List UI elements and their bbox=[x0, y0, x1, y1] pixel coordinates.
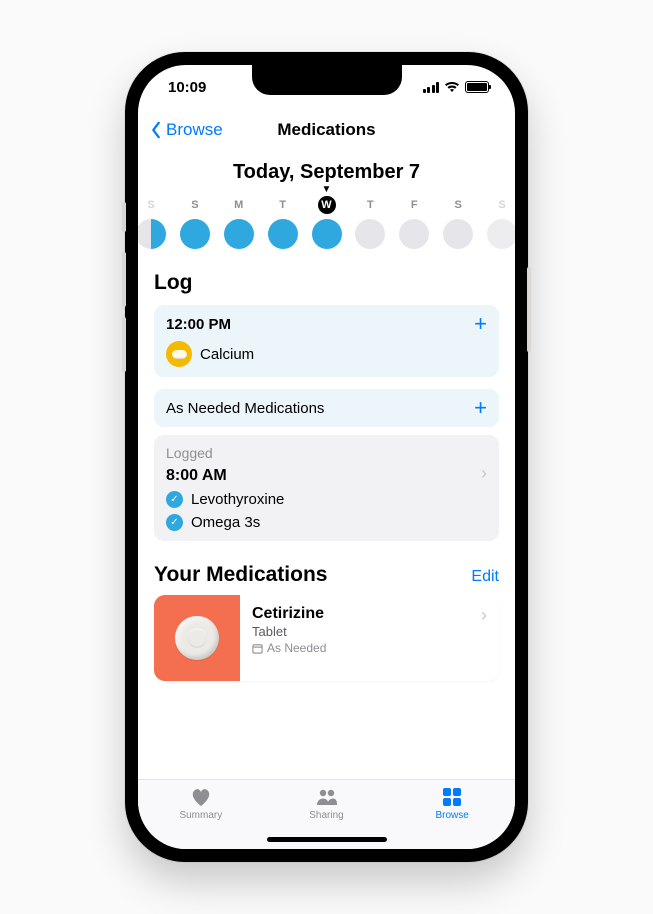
status-right bbox=[423, 81, 490, 93]
week-day[interactable]: F bbox=[395, 196, 433, 249]
add-dose-button[interactable]: + bbox=[474, 315, 487, 333]
week-day[interactable]: W bbox=[308, 196, 346, 249]
medication-swatch bbox=[154, 595, 240, 681]
power-button bbox=[527, 267, 531, 352]
home-indicator[interactable] bbox=[267, 837, 387, 842]
medication-schedule: As Needed bbox=[252, 641, 326, 655]
date-caret-icon: ▼ bbox=[154, 186, 499, 194]
chevron-left-icon bbox=[150, 121, 162, 139]
logged-item: ✓ Levothyroxine bbox=[166, 491, 487, 508]
chevron-right-icon: › bbox=[481, 605, 487, 626]
tab-label: Sharing bbox=[309, 810, 343, 821]
volume-down-button bbox=[122, 317, 126, 372]
day-label-current: W bbox=[318, 196, 336, 214]
day-label: T bbox=[361, 196, 379, 214]
logged-item-name: Levothyroxine bbox=[191, 491, 284, 508]
scheduled-dose-card[interactable]: 12:00 PM + Calcium bbox=[154, 305, 499, 377]
week-row[interactable]: S S M T W bbox=[138, 196, 515, 249]
battery-icon bbox=[465, 81, 489, 93]
tab-label: Summary bbox=[179, 810, 222, 821]
medication-info-area: Cetirizine Tablet As Needed › bbox=[240, 595, 499, 681]
day-label: S bbox=[142, 196, 160, 214]
week-day[interactable]: S bbox=[483, 196, 515, 249]
medication-card[interactable]: Cetirizine Tablet As Needed › bbox=[154, 595, 499, 681]
screen: 10:09 Browse Medications Tod bbox=[138, 65, 515, 849]
back-label: Browse bbox=[166, 120, 223, 140]
week-day[interactable]: M bbox=[220, 196, 258, 249]
medication-form: Tablet bbox=[252, 624, 326, 639]
date-heading: Today, September 7 bbox=[154, 161, 499, 184]
day-label: F bbox=[405, 196, 423, 214]
week-day[interactable]: S bbox=[138, 196, 170, 249]
pill-icon bbox=[166, 341, 192, 367]
day-dot bbox=[180, 219, 210, 249]
logged-time: 8:00 AM bbox=[166, 467, 227, 485]
wifi-icon bbox=[444, 81, 460, 93]
logged-item-name: Omega 3s bbox=[191, 514, 260, 531]
edit-button[interactable]: Edit bbox=[471, 568, 499, 586]
volume-up-button bbox=[122, 252, 126, 307]
day-dot bbox=[268, 219, 298, 249]
tab-label: Browse bbox=[436, 810, 469, 821]
checkmark-icon: ✓ bbox=[166, 491, 183, 508]
day-dot bbox=[487, 219, 515, 249]
day-dot bbox=[355, 219, 385, 249]
page-title: Medications bbox=[277, 120, 375, 140]
your-medications-header: Your Medications Edit bbox=[154, 563, 499, 587]
mute-switch bbox=[122, 202, 126, 232]
day-label: T bbox=[274, 196, 292, 214]
day-label: S bbox=[493, 196, 511, 214]
as-needed-header: As Needed Medications + bbox=[166, 399, 487, 417]
day-label: S bbox=[186, 196, 204, 214]
day-dot bbox=[443, 219, 473, 249]
tab-summary[interactable]: Summary bbox=[138, 786, 264, 849]
round-pill-icon bbox=[175, 616, 219, 660]
tab-browse[interactable]: Browse bbox=[389, 786, 515, 849]
calendar-icon bbox=[252, 643, 263, 654]
chevron-right-icon: › bbox=[481, 463, 487, 484]
week-day[interactable]: T bbox=[264, 196, 302, 249]
week-day[interactable]: S bbox=[176, 196, 214, 249]
heart-icon bbox=[189, 786, 213, 808]
add-as-needed-button[interactable]: + bbox=[474, 399, 487, 417]
logged-row-head: 8:00 AM › bbox=[166, 461, 487, 485]
scheduled-dose-header: 12:00 PM + bbox=[166, 315, 487, 333]
medication-name: Cetirizine bbox=[252, 605, 326, 623]
week-day[interactable]: S bbox=[439, 196, 477, 249]
phone-frame: 10:09 Browse Medications Tod bbox=[125, 52, 528, 862]
grid-icon bbox=[440, 786, 464, 808]
day-dot bbox=[224, 219, 254, 249]
logged-heading: Logged bbox=[166, 445, 487, 461]
logged-item: ✓ Omega 3s bbox=[166, 514, 487, 531]
day-dot bbox=[138, 219, 166, 249]
people-icon bbox=[315, 786, 339, 808]
logged-card[interactable]: Logged 8:00 AM › ✓ Levothyroxine ✓ Omega… bbox=[154, 435, 499, 541]
scheduled-med-row[interactable]: Calcium bbox=[166, 341, 487, 367]
back-button[interactable]: Browse bbox=[150, 120, 223, 140]
day-dot bbox=[399, 219, 429, 249]
as-needed-label: As Needed Medications bbox=[166, 400, 324, 417]
scheduled-time: 12:00 PM bbox=[166, 316, 231, 333]
medication-info: Cetirizine Tablet As Needed bbox=[252, 605, 326, 655]
cellular-icon bbox=[423, 82, 440, 93]
week-day[interactable]: T bbox=[351, 196, 389, 249]
day-label: S bbox=[449, 196, 467, 214]
log-section-title: Log bbox=[154, 271, 499, 295]
scheduled-med-name: Calcium bbox=[200, 346, 254, 363]
checkmark-icon: ✓ bbox=[166, 514, 183, 531]
medication-schedule-label: As Needed bbox=[267, 641, 326, 655]
day-dot bbox=[312, 219, 342, 249]
your-medications-title: Your Medications bbox=[154, 563, 327, 587]
notch bbox=[252, 65, 402, 95]
day-label: M bbox=[230, 196, 248, 214]
nav-bar: Browse Medications bbox=[138, 109, 515, 151]
content: Today, September 7 ▼ S S M T bbox=[138, 151, 515, 779]
status-time: 10:09 bbox=[168, 79, 206, 96]
as-needed-card[interactable]: As Needed Medications + bbox=[154, 389, 499, 427]
